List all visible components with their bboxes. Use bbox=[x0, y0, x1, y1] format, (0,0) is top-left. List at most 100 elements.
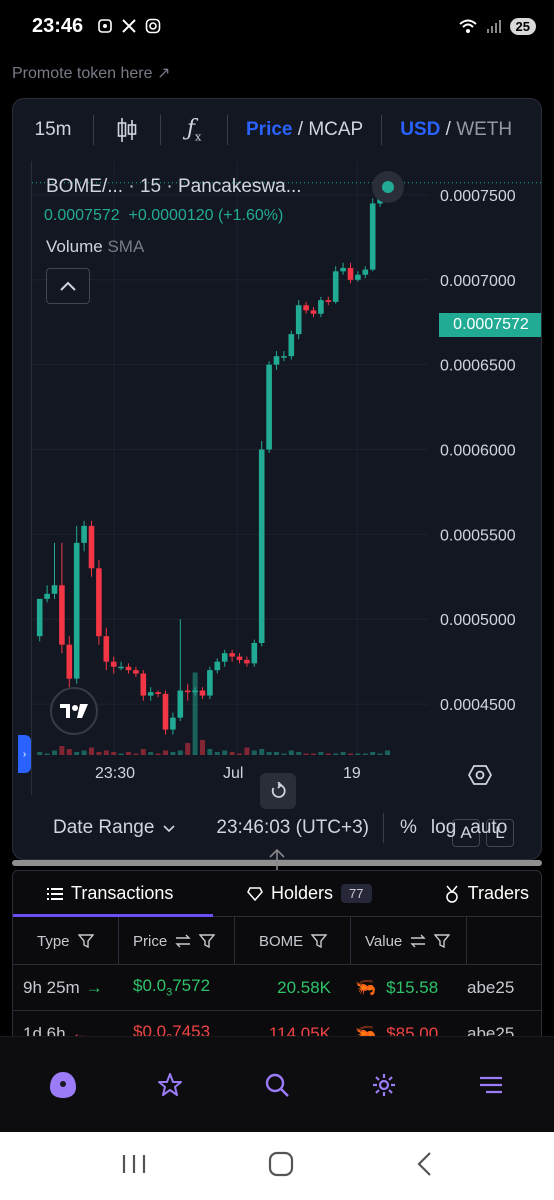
volume-bar bbox=[52, 750, 57, 755]
tab-traders[interactable]: Traders bbox=[444, 871, 541, 917]
volume-bar bbox=[311, 753, 316, 755]
battery-icon: 25 bbox=[509, 17, 536, 35]
percent-scale-button[interactable]: % bbox=[400, 817, 417, 839]
tab-transactions[interactable]: Transactions bbox=[13, 871, 213, 917]
volume-bar bbox=[274, 752, 279, 755]
column-type[interactable]: Type bbox=[13, 917, 119, 965]
y-tick-label: 0.0006000 bbox=[440, 443, 516, 460]
volume-bar bbox=[192, 672, 198, 755]
volume-bar bbox=[37, 752, 43, 755]
value-text: $15.58 bbox=[386, 977, 439, 997]
volume-label: Volume bbox=[46, 237, 103, 256]
live-status-icon bbox=[372, 171, 404, 203]
column-bome[interactable]: BOME bbox=[235, 917, 351, 965]
y-tick-label: 0.0007000 bbox=[440, 273, 516, 290]
candle-body bbox=[140, 673, 147, 696]
status-bar: 23:46 25 bbox=[0, 0, 554, 52]
timezone-clock[interactable]: 23:46:03 (UTC+3) bbox=[216, 817, 369, 839]
amount-cell: 20.58K bbox=[277, 977, 331, 997]
filter-icon[interactable] bbox=[199, 933, 216, 949]
usd-option[interactable]: USD bbox=[400, 119, 440, 140]
auto-button[interactable]: auto bbox=[470, 817, 507, 839]
indicators-button[interactable]: ƒx bbox=[161, 116, 227, 143]
nav-menu[interactable] bbox=[461, 1055, 521, 1115]
volume-bar bbox=[281, 753, 287, 755]
bottom-navigation bbox=[0, 1036, 554, 1132]
volume-bar bbox=[340, 752, 346, 755]
y-tick-label: 0.0007500 bbox=[440, 188, 516, 205]
promote-token-link[interactable]: Promote token here ↗ bbox=[12, 63, 170, 83]
y-tick-label: 0.0006500 bbox=[440, 358, 516, 375]
mcap-option[interactable]: MCAP bbox=[308, 119, 363, 140]
candle-body bbox=[229, 653, 235, 657]
home-button[interactable] bbox=[268, 1151, 294, 1182]
volume-bar bbox=[333, 753, 339, 755]
chart-settings-button[interactable] bbox=[467, 763, 493, 792]
weth-option[interactable]: WETH bbox=[456, 119, 512, 140]
price-prefix: $0.0 bbox=[133, 976, 167, 996]
back-icon bbox=[417, 1151, 432, 1176]
filter-icon[interactable] bbox=[77, 933, 94, 949]
filter-icon[interactable] bbox=[434, 933, 451, 949]
candle-body bbox=[288, 334, 295, 357]
volume-bar bbox=[163, 750, 168, 755]
price-mcap-toggle[interactable]: Price / MCAP bbox=[228, 119, 381, 141]
table-row[interactable]: 9h 25m → $0.037572 20.58K 🦐 $15.58 abe25 bbox=[13, 965, 541, 1011]
column-value[interactable]: Value bbox=[351, 917, 467, 965]
nav-settings[interactable] bbox=[354, 1055, 414, 1115]
volume-bar bbox=[177, 750, 183, 755]
candle-body bbox=[44, 593, 50, 599]
chart-area[interactable]: 0.0007500 0.0007000 0.0006500 0.0006000 0.00… bbox=[31, 161, 541, 847]
filter-icon[interactable] bbox=[311, 933, 328, 949]
table-header: Type Price BOME Value bbox=[13, 917, 541, 965]
collapse-legend-button[interactable] bbox=[46, 268, 90, 304]
volume-bar bbox=[237, 753, 242, 755]
maker-cell[interactable]: abe25 bbox=[459, 978, 514, 998]
log-button[interactable]: log bbox=[431, 817, 456, 839]
swap-icon[interactable] bbox=[410, 934, 426, 948]
toggle-separator: / bbox=[445, 119, 451, 140]
candle-body bbox=[125, 666, 132, 671]
swap-icon[interactable] bbox=[175, 934, 191, 948]
nav-watchlist[interactable] bbox=[140, 1055, 200, 1115]
side-panel-toggle[interactable]: › bbox=[18, 735, 31, 773]
recents-button[interactable] bbox=[121, 1153, 147, 1180]
nav-home[interactable] bbox=[33, 1055, 93, 1115]
chart-card: 15m ƒx Price / MCAP USD / WETH › 0.00075… bbox=[12, 98, 542, 860]
column-label: Price bbox=[133, 932, 168, 950]
volume-bar bbox=[296, 752, 302, 755]
column-price[interactable]: Price bbox=[119, 917, 235, 965]
tab-transactions-label: Transactions bbox=[71, 883, 174, 903]
volume-bar bbox=[103, 750, 109, 755]
volume-bar bbox=[377, 753, 383, 755]
menu-icon bbox=[479, 1076, 502, 1093]
last-price-tag: 0.0007572 bbox=[439, 313, 541, 337]
candle-body bbox=[155, 692, 161, 694]
candle-body bbox=[273, 356, 280, 365]
y-tick-label: 0.0005000 bbox=[440, 612, 516, 629]
candle-body bbox=[347, 267, 354, 280]
app-notification-icon bbox=[98, 19, 112, 33]
y-tick-label: 0.0004500 bbox=[440, 697, 516, 714]
currency-toggle[interactable]: USD / WETH bbox=[382, 119, 530, 141]
candle-body bbox=[184, 690, 191, 693]
interval-button[interactable]: 15m bbox=[13, 119, 93, 141]
candle-body bbox=[332, 271, 339, 302]
candle-body bbox=[88, 525, 95, 569]
medal-icon bbox=[445, 885, 458, 903]
candle-body bbox=[66, 644, 73, 679]
volume-bar bbox=[89, 747, 94, 755]
candlestick-type-button[interactable] bbox=[94, 117, 160, 143]
price-option[interactable]: Price bbox=[246, 119, 292, 140]
candle-body bbox=[36, 598, 43, 637]
tab-holders[interactable]: Holders 77 bbox=[213, 871, 409, 917]
tab-traders-label: Traders bbox=[467, 883, 529, 903]
notification-icons bbox=[97, 18, 161, 34]
back-button[interactable] bbox=[415, 1151, 433, 1182]
volume-bar bbox=[229, 752, 235, 755]
nav-search[interactable] bbox=[247, 1055, 307, 1115]
tradingview-logo-icon[interactable] bbox=[50, 687, 98, 735]
shrimp-icon: 🦐 bbox=[355, 977, 377, 997]
date-range-dropdown[interactable]: Date Range bbox=[53, 817, 176, 839]
candle-body bbox=[251, 642, 258, 664]
